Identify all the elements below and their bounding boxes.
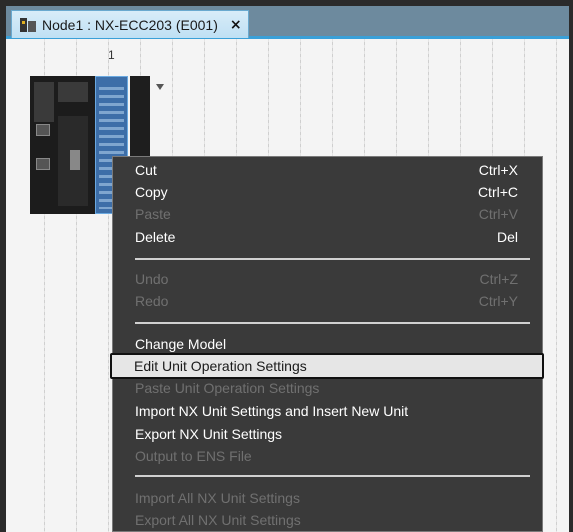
menu-item-copy[interactable]: Copy Ctrl+C [113, 181, 542, 203]
menu-item-label: Undo [135, 271, 169, 287]
menu-item-export-nx-unit-settings[interactable]: Export NX Unit Settings [113, 423, 542, 445]
menu-item-label: Edit Unit Operation Settings [134, 358, 307, 374]
menu-item-label: Redo [135, 293, 169, 309]
menu-item-export-all-nx-unit-settings[interactable]: Export All NX Unit Settings [113, 509, 542, 531]
menu-item-label: Import NX Unit Settings and Insert New U… [135, 403, 409, 419]
window-frame-right [569, 0, 573, 532]
menu-item-shortcut: Ctrl+Y [478, 293, 518, 309]
slot-number: 1 [108, 48, 115, 62]
coupler-unit-image[interactable] [30, 76, 95, 214]
menu-separator [135, 258, 530, 260]
close-icon[interactable]: × [230, 17, 242, 33]
menu-item-import-all-nx-unit-settings[interactable]: Import All NX Unit Settings [113, 487, 542, 509]
menu-separator [135, 475, 530, 477]
menu-item-undo[interactable]: Undo Ctrl+Z [113, 268, 542, 290]
menu-item-shortcut: Del [496, 229, 518, 245]
tab-strip: Node1 : NX-ECC203 (E001) × [6, 6, 569, 39]
menu-item-change-model[interactable]: Change Model [113, 333, 542, 355]
menu-item-paste[interactable]: Paste Ctrl+V [113, 203, 542, 225]
unit-editor-window: Node1 : NX-ECC203 (E001) × 1 Cut Ctrl+X … [0, 0, 573, 532]
menu-item-label: Copy [135, 184, 168, 200]
menu-item-label: Delete [135, 229, 176, 245]
menu-item-shortcut: Ctrl+C [477, 184, 518, 200]
context-menu: Cut Ctrl+X Copy Ctrl+C Paste Ctrl+V Dele… [110, 156, 544, 532]
menu-item-label: Paste Unit Operation Settings [135, 380, 320, 396]
menu-item-redo[interactable]: Redo Ctrl+Y [113, 290, 542, 312]
menu-item-label: Export NX Unit Settings [135, 426, 283, 442]
menu-item-label: Paste [135, 206, 171, 222]
menu-separator [135, 322, 530, 324]
menu-item-label: Cut [135, 162, 157, 178]
menu-item-delete[interactable]: Delete Del [113, 226, 542, 248]
menu-item-shortcut: Ctrl+X [478, 162, 518, 178]
device-icon [20, 17, 36, 32]
menu-item-label: Export All NX Unit Settings [135, 512, 301, 528]
menu-item-import-nx-unit-settings-insert[interactable]: Import NX Unit Settings and Insert New U… [113, 400, 542, 422]
tab-title: Node1 : NX-ECC203 (E001) [42, 16, 218, 33]
menu-item-shortcut: Ctrl+Z [479, 271, 519, 287]
menu-item-label: Change Model [135, 336, 227, 352]
ethercat-port-icon [36, 158, 50, 170]
ethercat-port-icon [36, 124, 50, 136]
menu-item-label: Import All NX Unit Settings [135, 490, 300, 506]
menu-item-cut[interactable]: Cut Ctrl+X [113, 159, 542, 181]
menu-item-paste-unit-operation-settings[interactable]: Paste Unit Operation Settings [113, 377, 542, 399]
menu-item-label: Output to ENS File [135, 448, 252, 464]
dropdown-arrow-icon[interactable] [156, 84, 164, 90]
menu-item-output-to-ens-file[interactable]: Output to ENS File [113, 445, 542, 467]
tab-node1[interactable]: Node1 : NX-ECC203 (E001) × [11, 10, 249, 38]
menu-item-edit-unit-operation-settings[interactable]: Edit Unit Operation Settings [110, 353, 544, 379]
menu-item-shortcut: Ctrl+V [478, 206, 518, 222]
